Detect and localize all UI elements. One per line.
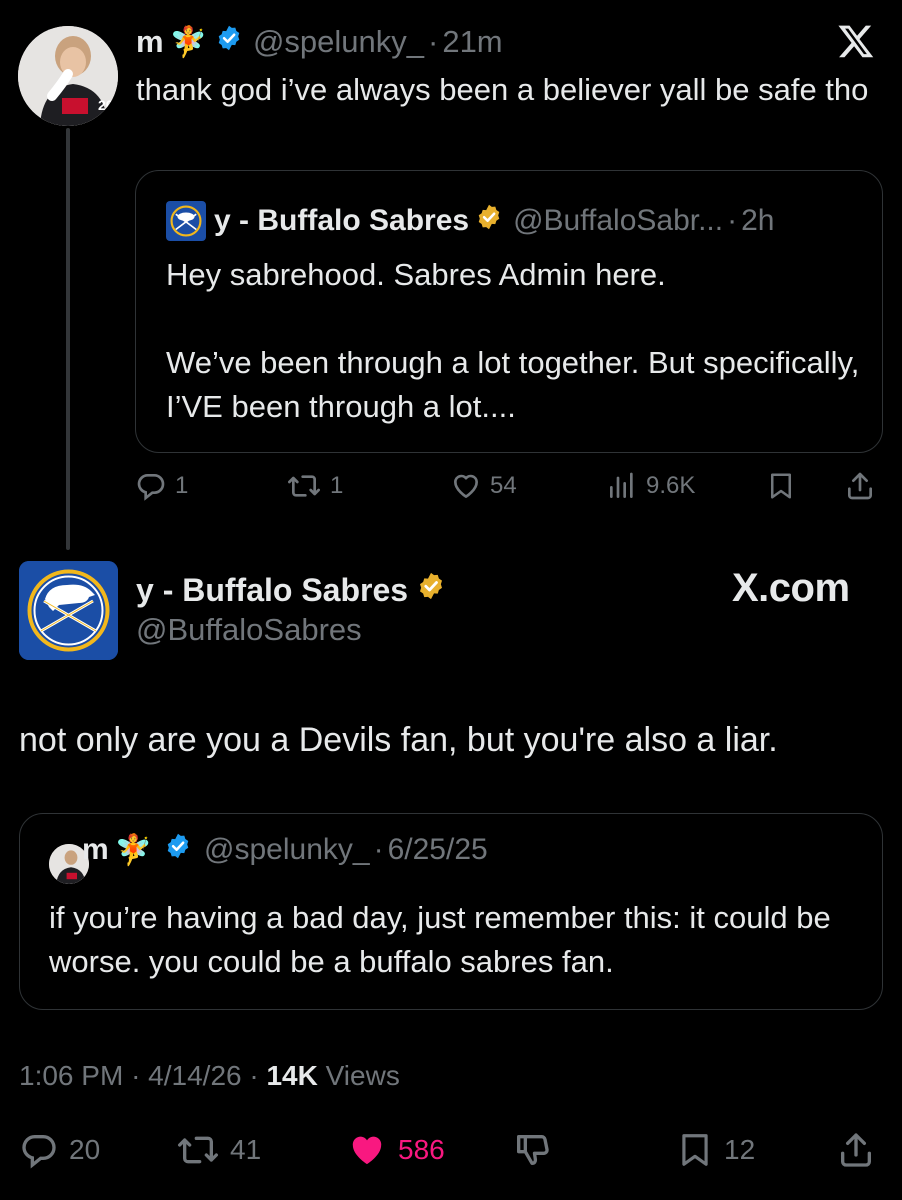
gold-verified-badge-icon bbox=[475, 203, 503, 239]
repost-icon bbox=[178, 1136, 218, 1164]
views-icon bbox=[610, 472, 633, 498]
separator-dot: · bbox=[373, 833, 384, 866]
quoted-tweet-line: Hey sabrehood. Sabres Admin here. bbox=[166, 257, 666, 292]
author-handle[interactable]: @spelunky_ bbox=[253, 24, 424, 60]
main-author-row: y - Buffalo Sabres bbox=[136, 568, 446, 612]
x-logo-icon[interactable] bbox=[836, 22, 882, 62]
reply-icon bbox=[22, 1135, 56, 1169]
reply-count: 20 bbox=[69, 1134, 101, 1165]
repost-count: 41 bbox=[230, 1134, 262, 1165]
sabres-avatar[interactable] bbox=[19, 561, 118, 660]
separator-dot: · bbox=[249, 1060, 259, 1091]
reply-icon bbox=[137, 474, 165, 501]
tweet-meta: 1:06 PM · 4/14/26 · 14K Views bbox=[19, 1060, 400, 1092]
tweet-text: thank god i’ve always been a believer ya… bbox=[136, 72, 869, 107]
thread-line bbox=[66, 128, 70, 550]
share-button[interactable] bbox=[844, 470, 884, 502]
quoted-tweet-text: if you’re having a bad day, just remembe… bbox=[49, 900, 831, 979]
like-button[interactable]: 586 bbox=[346, 1130, 445, 1170]
quoted-author-name[interactable]: y - Buffalo Sabres bbox=[214, 204, 469, 238]
repost-button[interactable]: 1 bbox=[286, 470, 343, 502]
repost-icon bbox=[288, 475, 320, 497]
share-button[interactable] bbox=[836, 1130, 886, 1170]
verified-badge-icon bbox=[164, 832, 192, 868]
quoted-tweet-time[interactable]: 2h bbox=[741, 204, 774, 238]
sabres-logo-icon bbox=[166, 201, 206, 241]
bookmark-icon bbox=[682, 1134, 708, 1166]
x-com-watermark: X.com bbox=[732, 566, 850, 611]
quoted-tweet-line: We’ve been through a lot together. But s… bbox=[166, 345, 860, 424]
dislike-button[interactable] bbox=[512, 1130, 562, 1170]
bookmark-button[interactable]: 12 bbox=[676, 1130, 755, 1170]
reply-count: 1 bbox=[175, 472, 189, 499]
verified-badge-icon bbox=[215, 24, 243, 60]
quoted-tweet-time[interactable]: 6/25/25 bbox=[388, 833, 488, 867]
share-icon bbox=[841, 1133, 871, 1167]
views-label: Views bbox=[325, 1060, 400, 1091]
main-author-handle[interactable]: @BuffaloSabres bbox=[136, 612, 362, 648]
views-total: 14K bbox=[266, 1060, 318, 1091]
bookmark-count: 12 bbox=[724, 1134, 756, 1165]
repost-button[interactable]: 41 bbox=[176, 1130, 261, 1170]
quoted-tweet-card[interactable]: y - Buffalo Sabres @BuffaloSabr... · 2h … bbox=[135, 170, 883, 453]
separator-dot: · bbox=[428, 24, 439, 59]
quoted-author-handle[interactable]: @BuffaloSabr... bbox=[513, 204, 723, 238]
user-avatar[interactable]: 20 bbox=[18, 26, 118, 126]
tweet-date[interactable]: 4/14/26 bbox=[148, 1060, 241, 1091]
quoted-tweet-header: m 🧚 @spelunky_ · 6/25/25 bbox=[82, 830, 488, 870]
reply-button[interactable]: 1 bbox=[135, 470, 188, 502]
gold-verified-badge-icon bbox=[416, 571, 446, 609]
tweet-header: m 🧚 @spelunky_ · 21m bbox=[136, 22, 503, 62]
bookmark-icon bbox=[771, 473, 791, 499]
tweet-time[interactable]: 21m bbox=[442, 24, 502, 60]
fairy-emoji: 🧚 bbox=[114, 833, 153, 867]
separator-dot: · bbox=[131, 1060, 141, 1091]
author-name[interactable]: m bbox=[136, 24, 164, 60]
like-icon bbox=[352, 1136, 382, 1165]
bookmark-button[interactable] bbox=[766, 470, 804, 502]
svg-text:20: 20 bbox=[98, 97, 114, 113]
like-icon bbox=[454, 474, 478, 498]
dislike-icon bbox=[517, 1135, 549, 1165]
main-tweet-text: not only are you a Devils fan, but you'r… bbox=[19, 721, 778, 759]
separator-dot: · bbox=[727, 204, 738, 237]
repost-count: 1 bbox=[330, 472, 344, 499]
quoted-author-name[interactable]: m bbox=[82, 833, 109, 867]
views-count: 9.6K bbox=[646, 472, 696, 499]
like-count: 586 bbox=[398, 1134, 445, 1165]
quoted-author-handle[interactable]: @spelunky_ bbox=[204, 833, 370, 867]
like-count: 54 bbox=[490, 472, 517, 499]
views-button[interactable]: 9.6K bbox=[606, 470, 695, 502]
share-icon bbox=[848, 472, 872, 500]
main-author-name[interactable]: y - Buffalo Sabres bbox=[136, 572, 408, 609]
quoted-tweet-text: Hey sabrehood. Sabres Admin here. We’ve … bbox=[166, 253, 866, 429]
fairy-emoji: 🧚 bbox=[169, 25, 207, 59]
reply-button[interactable]: 20 bbox=[19, 1130, 100, 1170]
x-com-label: X.com bbox=[732, 566, 850, 610]
tweet-timestamp[interactable]: 1:06 PM bbox=[19, 1060, 123, 1091]
like-button[interactable]: 54 bbox=[450, 470, 517, 502]
quoted-tweet-header: y - Buffalo Sabres @BuffaloSabr... · 2h bbox=[166, 201, 774, 241]
